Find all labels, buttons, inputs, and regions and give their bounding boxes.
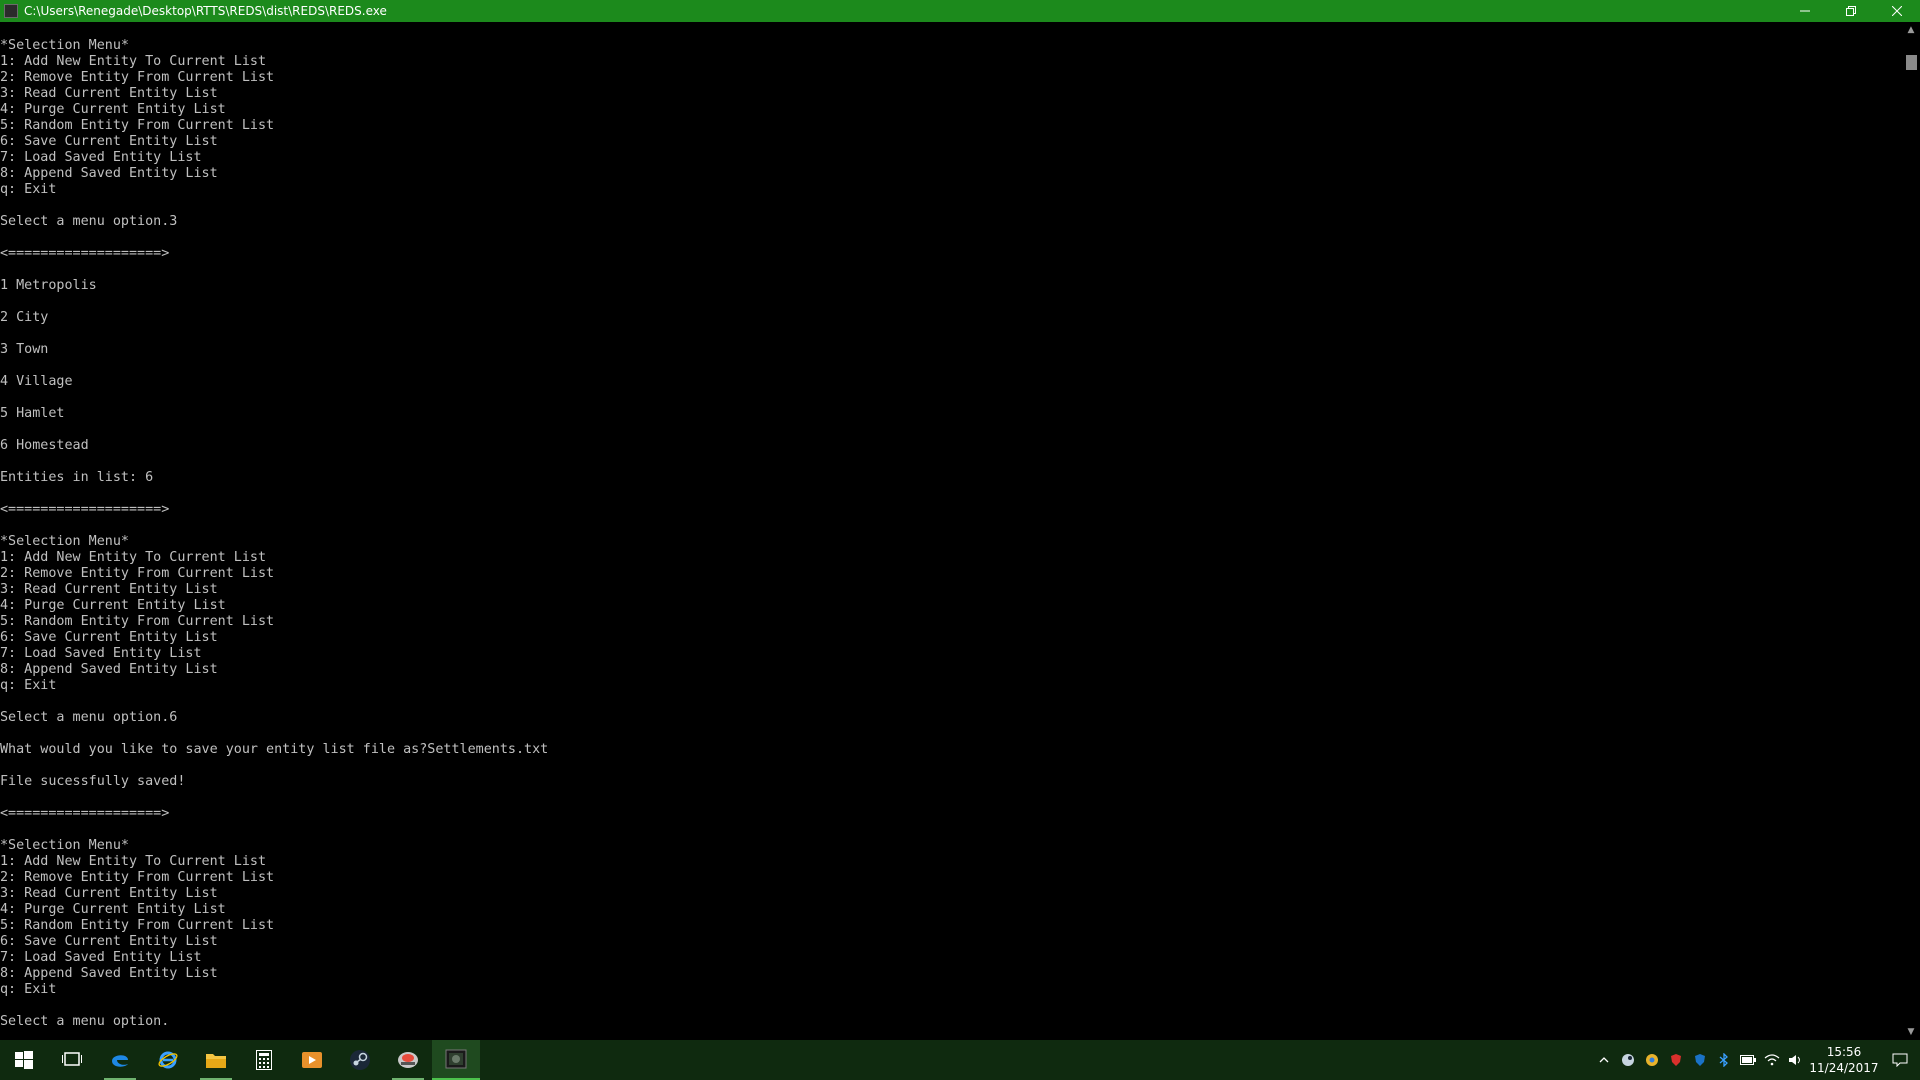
console-line: 2: Remove Entity From Current List [0,870,275,885]
console-line: 7: Load Saved Entity List [0,150,202,165]
game-app-icon [398,1052,418,1068]
console-line: 4 Village [0,374,73,389]
console-line: *Selection Menu* [0,38,129,53]
console-line: 5: Random Entity From Current List [0,118,275,133]
close-button[interactable] [1874,0,1920,22]
minimize-icon [1800,10,1810,12]
console-line: 6: Save Current Entity List [0,630,218,645]
console-line: 8: Append Saved Entity List [0,662,218,677]
console-line: 7: Load Saved Entity List [0,950,202,965]
steam-tray-icon[interactable] [1616,1040,1640,1080]
console-line: 3: Read Current Entity List [0,86,218,101]
console-line: <===================> [0,502,170,517]
shield-tray-icon[interactable] [1688,1040,1712,1080]
minimize-button[interactable] [1782,0,1828,22]
console-line: 3: Read Current Entity List [0,582,218,597]
console-line: q: Exit [0,182,57,197]
console-line: 1: Add New Entity To Current List [0,854,267,869]
taskbar-media-player[interactable] [288,1040,336,1080]
console-line: 5: Random Entity From Current List [0,918,275,933]
internet-explorer-icon [158,1051,178,1069]
console-output-area[interactable]: *Selection Menu* 1: Add New Entity To Cu… [0,22,1902,1040]
security-tray-icon[interactable] [1664,1040,1688,1080]
scrollbar-thumb[interactable] [1906,55,1917,70]
file-explorer-icon [206,1054,226,1068]
calculator-icon [256,1050,272,1070]
console-line: 1: Add New Entity To Current List [0,54,267,69]
console-line: 3 Town [0,342,49,357]
notifications-icon [1892,1053,1908,1067]
media-player-icon [302,1052,322,1068]
clock-time: 15:56 [1826,1045,1862,1059]
taskbar-calculator[interactable] [240,1040,288,1080]
windows-start-icon [15,1051,33,1069]
console-line: Select a menu option.3 [0,214,178,229]
console-line: Select a menu option. [0,1014,170,1029]
console-line: 4: Purge Current Entity List [0,902,226,917]
console-line: Entities in list: 6 [0,470,154,485]
console-line: 8: Append Saved Entity List [0,166,218,181]
console-text: *Selection Menu* 1: Add New Entity To Cu… [0,22,1902,1030]
restore-button[interactable] [1828,0,1874,22]
scroll-down-arrow-icon[interactable]: ▼ [1902,1024,1920,1040]
console-line: 5 Hamlet [0,406,65,421]
task-view-icon [62,1052,82,1066]
taskbar-edge[interactable] [96,1040,144,1080]
taskbar-reds-console[interactable] [432,1040,480,1080]
taskbar-game-app[interactable] [384,1040,432,1080]
show-hidden-icons-chevron-icon[interactable] [1592,1040,1616,1080]
bluetooth-icon[interactable] [1712,1040,1736,1080]
console-line: q: Exit [0,982,57,997]
taskbar-internet-explorer[interactable] [144,1040,192,1080]
console-line: 1: Add New Entity To Current List [0,550,267,565]
wifi-icon[interactable] [1760,1040,1784,1080]
chrome-tray-icon[interactable] [1640,1040,1664,1080]
console-line: 2: Remove Entity From Current List [0,70,275,85]
taskbar-file-explorer[interactable] [192,1040,240,1080]
console-line: File sucessfully saved! [0,774,186,789]
console-line: 7: Load Saved Entity List [0,646,202,661]
console-line: 2 City [0,310,49,325]
start-button[interactable] [0,1040,48,1080]
console-line: 3: Read Current Entity List [0,886,218,901]
console-line: q: Exit [0,678,57,693]
console-line: 6 Homestead [0,438,89,453]
console-line: 8: Append Saved Entity List [0,966,218,981]
scroll-up-arrow-icon[interactable]: ▲ [1902,22,1920,38]
taskbar-steam[interactable] [336,1040,384,1080]
console-line: <===================> [0,246,170,261]
task-view-button[interactable] [48,1040,96,1080]
window-title: C:\Users\Renegade\Desktop\RTTS\REDS\dist… [24,4,387,18]
volume-icon[interactable] [1784,1040,1808,1080]
console-line: 6: Save Current Entity List [0,134,218,149]
console-line: <===================> [0,806,170,821]
window-title-bar[interactable]: C:\Users\Renegade\Desktop\RTTS\REDS\dist… [0,0,1920,22]
console-line: 5: Random Entity From Current List [0,614,275,629]
console-line: What would you like to save your entity … [0,742,549,757]
close-icon [1892,6,1902,16]
console-app-icon [4,4,18,18]
restore-icon [1846,6,1856,16]
console-line: 1 Metropolis [0,278,97,293]
clock-date: 11/24/2017 [1809,1061,1879,1075]
clock[interactable]: 15:56 11/24/2017 [1808,1040,1880,1080]
reds-console-icon [445,1049,467,1069]
taskbar: 15:56 11/24/2017 [0,1040,1920,1080]
console-line: 4: Purge Current Entity List [0,598,226,613]
action-center-button[interactable] [1880,1040,1920,1080]
console-line: 6: Save Current Entity List [0,934,218,949]
steam-icon [350,1050,370,1070]
system-tray: 15:56 11/24/2017 [1592,1040,1920,1080]
console-line: *Selection Menu* [0,838,129,853]
console-line: Select a menu option.6 [0,710,178,725]
console-line: 2: Remove Entity From Current List [0,566,275,581]
console-line: 4: Purge Current Entity List [0,102,226,117]
vertical-scrollbar[interactable]: ▲ ▼ [1902,22,1920,1040]
console-line: *Selection Menu* [0,534,129,549]
edge-icon [112,1055,128,1067]
battery-icon[interactable] [1736,1040,1760,1080]
